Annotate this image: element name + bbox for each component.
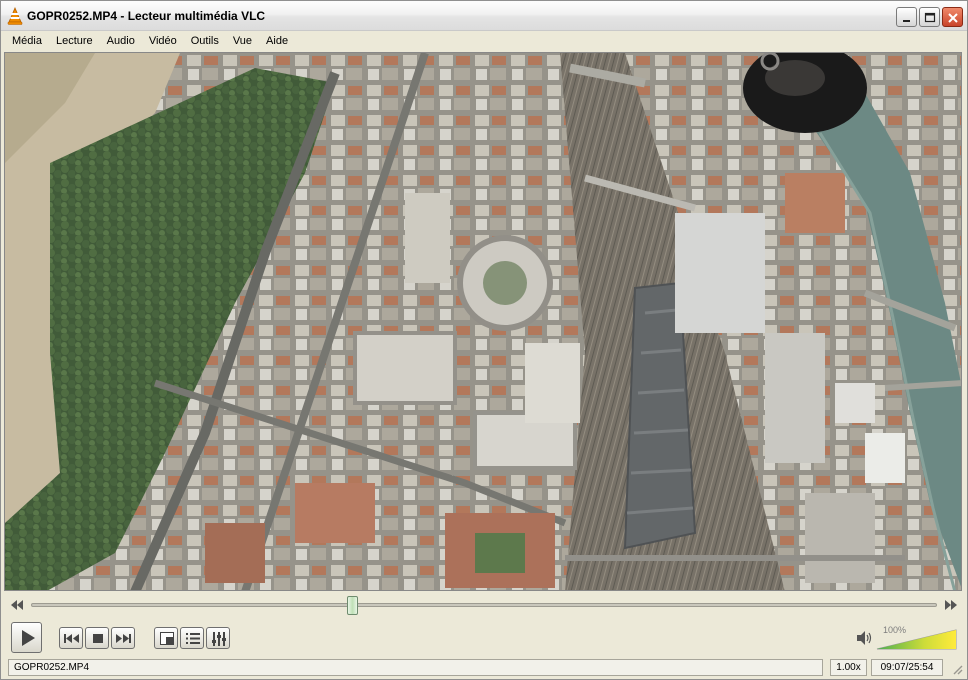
- menu-media[interactable]: Média: [5, 31, 49, 51]
- extended-settings-icon: [212, 632, 226, 646]
- playlist-button[interactable]: [180, 627, 204, 649]
- minimize-icon: [903, 20, 910, 22]
- vlc-window: GOPR0252.MP4 - Lecteur multimédia VLC Mé…: [0, 0, 968, 680]
- seek-track[interactable]: [31, 603, 937, 607]
- playback-speed[interactable]: 1.00x: [830, 659, 867, 676]
- play-button[interactable]: [11, 622, 42, 653]
- playlist-icon: [186, 633, 200, 644]
- menu-outils[interactable]: Outils: [184, 31, 226, 51]
- menu-bar: Média Lecture Audio Vidéo Outils Vue Aid…: [1, 31, 967, 51]
- video-area[interactable]: [4, 52, 962, 591]
- next-button[interactable]: [111, 627, 135, 649]
- skip-forward-icon[interactable]: [945, 600, 957, 610]
- stop-icon: [93, 634, 103, 643]
- controls-bar: 100%: [1, 619, 967, 657]
- menu-audio[interactable]: Audio: [100, 31, 142, 51]
- play-icon: [22, 630, 35, 646]
- next-icon: [116, 634, 131, 643]
- time-display[interactable]: 09:07/25:54: [871, 659, 943, 676]
- maximize-button[interactable]: [919, 7, 940, 27]
- title-bar[interactable]: GOPR0252.MP4 - Lecteur multimédia VLC: [1, 1, 967, 31]
- close-icon: [948, 13, 958, 23]
- extended-settings-button[interactable]: [206, 627, 230, 649]
- skip-backward-icon[interactable]: [11, 600, 23, 610]
- fullscreen-icon: [160, 632, 174, 645]
- window-title: GOPR0252.MP4 - Lecteur multimédia VLC: [27, 9, 266, 23]
- volume-slider[interactable]: [876, 625, 958, 651]
- previous-icon: [64, 634, 79, 643]
- menu-lecture[interactable]: Lecture: [49, 31, 100, 51]
- speaker-icon[interactable]: [857, 631, 873, 645]
- seek-bar: [1, 593, 967, 617]
- minimize-button[interactable]: [896, 7, 917, 27]
- maximize-icon: [924, 12, 936, 23]
- previous-button[interactable]: [59, 627, 83, 649]
- seek-handle[interactable]: [347, 596, 359, 615]
- vlc-cone-icon: [7, 7, 23, 25]
- status-bar: GOPR0252.MP4 1.00x 09:07/25:54: [1, 657, 967, 679]
- menu-vue[interactable]: Vue: [226, 31, 259, 51]
- status-filename: GOPR0252.MP4: [8, 659, 823, 676]
- menu-video[interactable]: Vidéo: [142, 31, 184, 51]
- video-frame: [5, 53, 961, 590]
- close-button[interactable]: [942, 7, 963, 27]
- menu-aide[interactable]: Aide: [259, 31, 295, 51]
- stop-button[interactable]: [85, 627, 109, 649]
- fullscreen-button[interactable]: [154, 627, 178, 649]
- resize-grip-icon[interactable]: [951, 663, 963, 675]
